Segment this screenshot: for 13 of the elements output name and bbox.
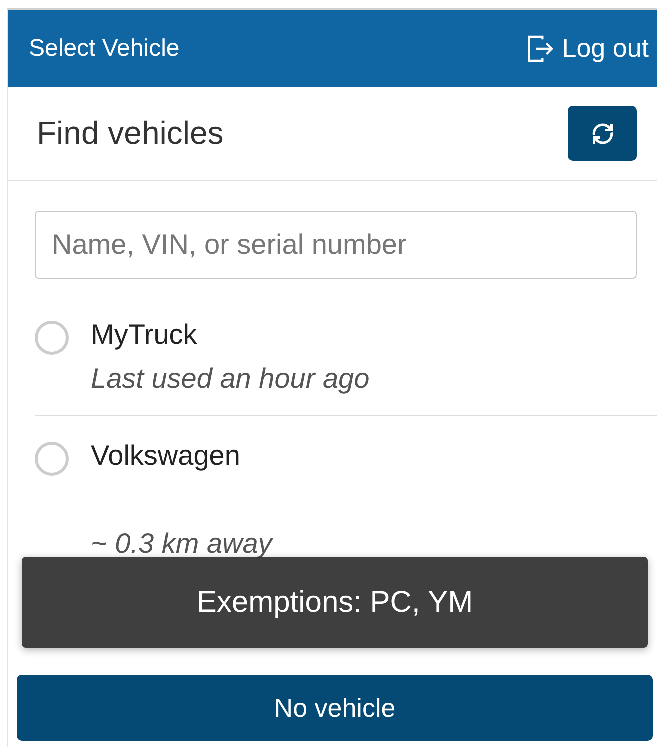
radio-button[interactable]: [35, 321, 69, 355]
refresh-button[interactable]: [568, 106, 637, 161]
logout-button[interactable]: Log out: [524, 32, 649, 64]
vehicle-name[interactable]: MyTruck: [91, 319, 370, 351]
page-title: Select Vehicle: [29, 34, 180, 62]
section-title: Find vehicles: [37, 115, 224, 152]
toast-message: Exemptions: PC, YM: [22, 557, 648, 648]
radio-button[interactable]: [35, 442, 69, 476]
vehicle-detail: ~ 0.3 km away: [91, 528, 272, 560]
vehicle-detail: Last used an hour ago: [91, 363, 370, 395]
search-field[interactable]: Name, VIN, or serial number: [35, 211, 637, 279]
vehicle-name[interactable]: Volkswagen: [91, 440, 272, 472]
no-vehicle-button[interactable]: No vehicle: [17, 675, 653, 741]
